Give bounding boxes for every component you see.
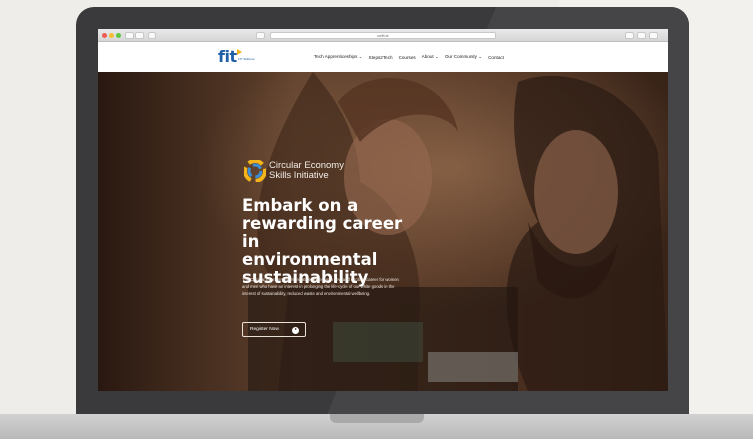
main-menu: Tech Apprenticeships ⌄ Steps2Tech Course… — [314, 42, 510, 72]
register-now-button[interactable]: Register Now — [242, 322, 306, 337]
initiative-badge: Circular Economy Skills Initiative — [244, 159, 374, 183]
circular-economy-logo-icon — [244, 160, 266, 182]
forward-button[interactable] — [135, 32, 144, 39]
logo-arrow-icon — [237, 49, 242, 55]
browser-close-dot[interactable] — [102, 33, 107, 38]
url-text: cefit.ie — [377, 33, 389, 38]
logo-wordmark: fit — [218, 47, 237, 66]
register-now-label: Register Now — [250, 327, 279, 332]
hero-headline: Embark on a rewarding career in environm… — [242, 196, 403, 287]
site-header: fit FIT Skillsnet Tech Apprenticeships ⌄… — [98, 42, 668, 72]
menu-contact[interactable]: Contact — [488, 55, 504, 60]
privacy-button[interactable] — [256, 32, 265, 39]
menu-courses[interactable]: Courses — [399, 55, 416, 60]
laptop-notch — [330, 414, 424, 423]
tabs-icon[interactable] — [649, 32, 658, 39]
browser-zoom-dot[interactable] — [116, 33, 121, 38]
hero-section: Circular Economy Skills Initiative Embar… — [98, 72, 668, 391]
laptop-screen: cefit.ie fit FIT Skillsnet Tech Apprenti… — [98, 29, 668, 391]
initiative-name: Circular Economy Skills Initiative — [269, 160, 344, 181]
menu-about[interactable]: About ⌄ — [422, 54, 439, 60]
url-bar[interactable]: cefit.ie — [270, 32, 496, 39]
hero-intro: The Circular Economy Skills Initiative o… — [242, 277, 399, 296]
downloads-icon[interactable] — [625, 32, 634, 39]
browser-minimize-dot[interactable] — [109, 33, 114, 38]
back-button[interactable] — [125, 32, 134, 39]
site-logo[interactable]: fit FIT Skillsnet — [218, 47, 258, 67]
browser-toolbar: cefit.ie — [98, 29, 668, 42]
menu-tech-apprenticeships[interactable]: Tech Apprenticeships ⌄ — [314, 54, 363, 60]
sidebar-button[interactable] — [148, 32, 156, 39]
menu-our-community[interactable]: Our Community ⌄ — [445, 54, 482, 60]
play-circle-icon — [292, 326, 299, 334]
logo-subtext: FIT Skillsnet — [238, 57, 255, 61]
menu-steps2tech[interactable]: Steps2Tech — [369, 55, 393, 60]
share-icon[interactable] — [637, 32, 646, 39]
